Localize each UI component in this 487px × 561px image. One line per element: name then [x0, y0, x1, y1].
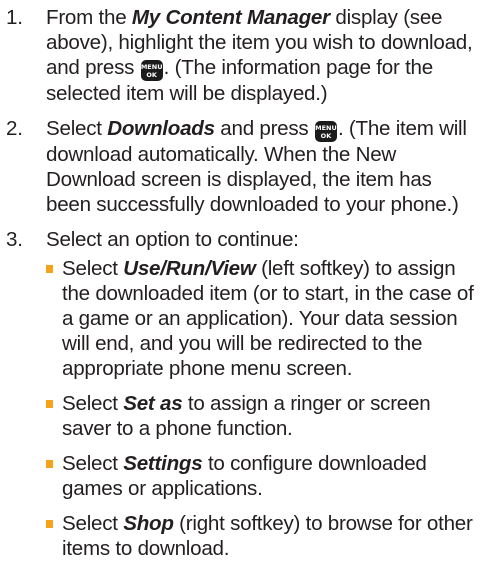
step-2: 2. Select Downloads and press MENU OK. (T…: [0, 116, 487, 217]
option-list: Select Use/Run/View (left softkey) to as…: [0, 256, 487, 561]
key-label-bottom: OK: [320, 132, 332, 140]
option-name: Use/Run/View: [123, 257, 256, 280]
option-text-part: Select: [62, 392, 124, 415]
step-text-part: Select: [46, 117, 108, 140]
step-number: 2.: [6, 117, 23, 140]
option-name: Settings: [123, 452, 203, 475]
step-text: Select Downloads and press MENU OK. (The …: [46, 116, 476, 217]
step-number: 3.: [6, 228, 23, 251]
step-text: Select an option to continue:: [46, 228, 299, 251]
menu-ok-key-icon: MENU OK: [140, 60, 163, 81]
menu-name-downloads: Downloads: [107, 117, 215, 140]
step-text-part: and press: [214, 117, 314, 140]
option-shop: Select Shop (right softkey) to browse fo…: [0, 511, 474, 561]
step-3: 3. Select an option to continue:: [0, 227, 487, 252]
option-name: Set as: [123, 392, 183, 415]
bullet-icon: [46, 400, 53, 408]
menu-name-my-content-manager: My Content Manager: [131, 6, 330, 29]
option-name: Shop: [123, 512, 174, 535]
option-text-part: Select: [62, 257, 124, 280]
key-label-bottom: OK: [146, 71, 157, 79]
option-text-part: Select: [62, 512, 124, 535]
step-text-part: From the: [46, 6, 132, 29]
option-text-part: Select: [62, 452, 124, 475]
step-text: From the My Content Manager display (see…: [46, 5, 476, 106]
key-label-top: MENU: [315, 124, 337, 132]
instruction-document: 1. From the My Content Manager display (…: [0, 0, 487, 561]
option-use-run-view: Select Use/Run/View (left softkey) to as…: [0, 256, 474, 381]
bullet-icon: [46, 520, 53, 528]
menu-ok-key-icon: MENU OK: [314, 121, 337, 142]
option-settings: Select Settings to configure downloaded …: [0, 451, 474, 501]
step-number: 1.: [6, 6, 23, 29]
bullet-icon: [46, 460, 53, 468]
key-label-top: MENU: [140, 63, 163, 71]
option-set-as: Select Set as to assign a ringer or scre…: [0, 391, 474, 441]
step-1: 1. From the My Content Manager display (…: [0, 5, 487, 106]
bullet-icon: [46, 265, 53, 273]
